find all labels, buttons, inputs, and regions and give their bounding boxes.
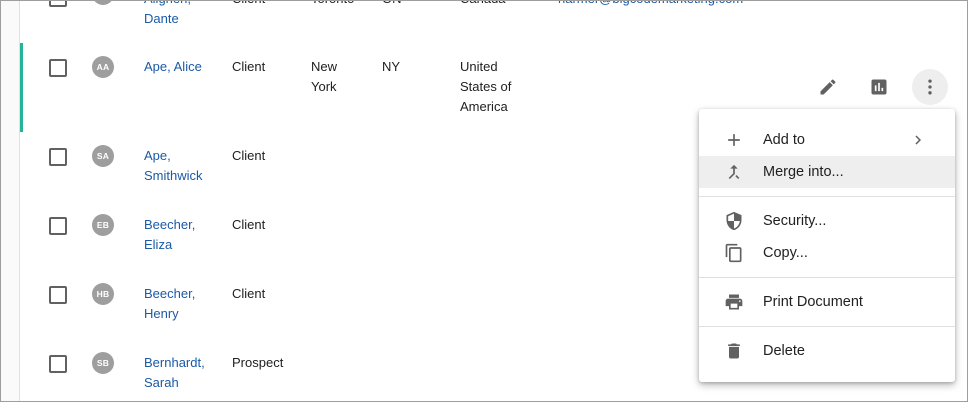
row-checkbox[interactable] bbox=[49, 355, 67, 373]
row-context-menu: Add to Merge into... Security... Copy... bbox=[699, 109, 955, 382]
contacts-list: Aligheri, Dante Client Toronto ON Canada… bbox=[0, 0, 968, 402]
contact-type: Client bbox=[232, 217, 266, 232]
menu-item-label: Add to bbox=[763, 132, 805, 148]
contact-type: Prospect bbox=[232, 355, 284, 370]
avatar: SA bbox=[92, 145, 114, 167]
bar-chart-icon bbox=[871, 79, 887, 95]
contact-city: New York bbox=[311, 59, 338, 94]
contact-type: Client bbox=[232, 1, 265, 9]
menu-item-label: Copy... bbox=[763, 245, 808, 261]
avatar bbox=[92, 1, 114, 5]
row-checkbox[interactable] bbox=[49, 148, 67, 166]
menu-item-copy[interactable]: Copy... bbox=[699, 237, 955, 269]
chevron-right-icon bbox=[915, 135, 921, 145]
more-options-button[interactable] bbox=[912, 69, 948, 105]
avatar: AA bbox=[92, 56, 114, 78]
pencil-icon bbox=[820, 79, 836, 95]
contact-type: Client bbox=[232, 59, 266, 74]
menu-divider bbox=[699, 326, 955, 327]
contact-country: United States of America bbox=[460, 59, 512, 114]
merge-icon bbox=[723, 161, 745, 183]
menu-item-print-document[interactable]: Print Document bbox=[699, 286, 955, 318]
shield-icon bbox=[723, 210, 745, 232]
menu-item-delete[interactable]: Delete bbox=[699, 335, 955, 367]
avatar: SB bbox=[92, 352, 114, 374]
contact-email-link[interactable]: narmer@bigcodemarketing.com bbox=[558, 1, 743, 9]
menu-item-add-to[interactable]: Add to bbox=[699, 124, 955, 156]
menu-divider bbox=[699, 277, 955, 278]
plus-icon bbox=[723, 129, 745, 151]
row-checkbox[interactable] bbox=[49, 286, 67, 304]
menu-item-label: Merge into... bbox=[763, 164, 844, 180]
contact-name-link[interactable]: Beecher, Henry bbox=[144, 284, 195, 324]
menu-item-label: Security... bbox=[763, 213, 827, 229]
contact-name-link[interactable]: Aligheri, Dante bbox=[144, 1, 191, 29]
row-checkbox[interactable] bbox=[49, 217, 67, 235]
contact-type: Client bbox=[232, 286, 266, 301]
contact-city: Toronto bbox=[311, 1, 354, 9]
contact-name-link[interactable]: Ape, Smithwick bbox=[144, 146, 203, 186]
trash-icon bbox=[723, 340, 745, 362]
printer-icon bbox=[723, 291, 745, 313]
row-checkbox[interactable] bbox=[49, 59, 67, 77]
contact-name-link[interactable]: Bernhardt, Sarah bbox=[144, 353, 205, 393]
left-gutter bbox=[1, 1, 20, 401]
menu-item-merge-into[interactable]: Merge into... bbox=[699, 156, 955, 188]
table-row[interactable]: Aligheri, Dante Client Toronto ON Canada… bbox=[20, 1, 967, 44]
copy-icon bbox=[723, 242, 745, 264]
contact-type: Client bbox=[232, 148, 266, 163]
row-checkbox[interactable] bbox=[49, 1, 67, 7]
avatar: EB bbox=[92, 214, 114, 236]
contact-name-link[interactable]: Beecher, Eliza bbox=[144, 215, 195, 255]
avatar: HB bbox=[92, 283, 114, 305]
menu-item-label: Print Document bbox=[763, 294, 863, 310]
contact-state: ON bbox=[382, 1, 402, 9]
menu-item-security[interactable]: Security... bbox=[699, 205, 955, 237]
menu-item-label: Delete bbox=[763, 343, 805, 359]
more-vert-icon bbox=[928, 79, 932, 95]
contact-state: NY bbox=[382, 59, 401, 74]
analytics-button[interactable] bbox=[861, 69, 897, 105]
edit-button[interactable] bbox=[810, 69, 846, 105]
menu-divider bbox=[699, 196, 955, 197]
contact-country: Canada bbox=[460, 1, 506, 9]
contact-name-link[interactable]: Ape, Alice bbox=[144, 57, 202, 77]
